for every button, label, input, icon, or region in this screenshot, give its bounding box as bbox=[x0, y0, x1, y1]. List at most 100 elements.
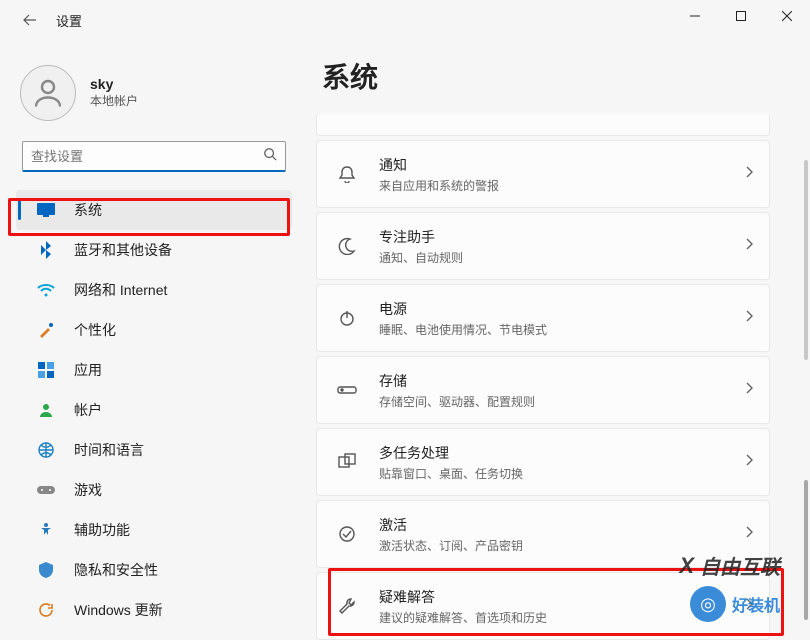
multitask-icon bbox=[335, 453, 359, 471]
maximize-icon bbox=[736, 11, 746, 21]
account-block[interactable]: sky 本地帐户 bbox=[8, 64, 300, 121]
sidebar-item-label: 个性化 bbox=[74, 320, 116, 340]
sidebar-item-accessibility[interactable]: 辅助功能 bbox=[16, 510, 292, 550]
card-subtitle: 贴靠窗口、桌面、任务切换 bbox=[379, 465, 523, 482]
card-subtitle: 存储空间、驱动器、配置规则 bbox=[379, 393, 535, 410]
check-circle-icon bbox=[335, 525, 359, 543]
sidebar: sky 本地帐户 系统 bbox=[0, 40, 300, 640]
card-title: 激活 bbox=[379, 515, 523, 535]
card-text: 存储 存储空间、驱动器、配置规则 bbox=[379, 371, 535, 410]
apps-icon bbox=[34, 362, 58, 378]
card-subtitle: 激活状态、订阅、产品密钥 bbox=[379, 537, 523, 554]
card-text: 多任务处理 贴靠窗口、桌面、任务切换 bbox=[379, 443, 523, 482]
window-body: sky 本地帐户 系统 bbox=[0, 40, 810, 640]
card-power[interactable]: 电源 睡眠、电池使用情况、节电模式 bbox=[316, 284, 770, 352]
sidebar-item-time-language[interactable]: 时间和语言 bbox=[16, 430, 292, 470]
sidebar-item-gaming[interactable]: 游戏 bbox=[16, 470, 292, 510]
avatar bbox=[20, 65, 76, 121]
sidebar-nav: 系统 蓝牙和其他设备 网络和 Internet bbox=[8, 190, 300, 630]
sidebar-item-label: 隐私和安全性 bbox=[74, 560, 158, 580]
card-title: 存储 bbox=[379, 371, 535, 391]
card-subtitle: 通知、自动规则 bbox=[379, 249, 463, 266]
card-focus-assist[interactable]: 专注助手 通知、自动规则 bbox=[316, 212, 770, 280]
card-text: 专注助手 通知、自动规则 bbox=[379, 227, 463, 266]
card-subtitle: 建议的疑难解答、首选项和历史 bbox=[379, 609, 547, 626]
gamepad-icon bbox=[34, 484, 58, 496]
account-name: sky bbox=[90, 76, 138, 92]
card-storage[interactable]: 存储 存储空间、驱动器、配置规则 bbox=[316, 356, 770, 424]
chevron-right-icon bbox=[745, 597, 753, 615]
card-activation[interactable]: 激活 激活状态、订阅、产品密钥 bbox=[316, 500, 770, 568]
sidebar-item-system[interactable]: 系统 bbox=[16, 190, 292, 230]
maximize-button[interactable] bbox=[718, 0, 764, 32]
card-title: 疑难解答 bbox=[379, 587, 547, 607]
sidebar-item-privacy[interactable]: 隐私和安全性 bbox=[16, 550, 292, 590]
update-icon bbox=[34, 602, 58, 618]
paint-icon bbox=[34, 322, 58, 338]
sidebar-item-accounts[interactable]: 帐户 bbox=[16, 390, 292, 430]
card-text: 激活 激活状态、订阅、产品密钥 bbox=[379, 515, 523, 554]
sidebar-item-label: 帐户 bbox=[74, 400, 102, 420]
card-title: 通知 bbox=[379, 155, 499, 175]
search-input[interactable] bbox=[22, 141, 286, 172]
sidebar-item-label: 辅助功能 bbox=[74, 520, 130, 540]
card-list: 通知 来自应用和系统的警报 专注助手 通知、自动规则 bbox=[316, 114, 770, 640]
sidebar-item-label: 游戏 bbox=[74, 480, 102, 500]
search-field[interactable] bbox=[31, 149, 263, 164]
card-title: 专注助手 bbox=[379, 227, 463, 247]
window-title: 设置 bbox=[56, 11, 82, 30]
sidebar-item-label: 蓝牙和其他设备 bbox=[74, 240, 172, 260]
minimize-icon bbox=[690, 11, 700, 21]
card-notifications[interactable]: 通知 来自应用和系统的警报 bbox=[316, 140, 770, 208]
power-icon bbox=[335, 309, 359, 327]
account-type: 本地帐户 bbox=[90, 92, 138, 109]
sidebar-item-personalization[interactable]: 个性化 bbox=[16, 310, 292, 350]
person-icon bbox=[30, 75, 66, 111]
back-button[interactable] bbox=[16, 6, 44, 34]
card-multitasking[interactable]: 多任务处理 贴靠窗口、桌面、任务切换 bbox=[316, 428, 770, 496]
wrench-icon bbox=[335, 597, 359, 615]
sidebar-item-label: 网络和 Internet bbox=[74, 280, 167, 300]
bell-icon bbox=[335, 165, 359, 183]
card-subtitle: 来自应用和系统的警报 bbox=[379, 177, 499, 194]
sidebar-item-label: 时间和语言 bbox=[74, 440, 144, 460]
chevron-right-icon bbox=[745, 381, 753, 399]
bluetooth-icon bbox=[34, 241, 58, 259]
sidebar-item-label: Windows 更新 bbox=[74, 600, 163, 620]
scrollbar-thumb[interactable] bbox=[804, 480, 808, 620]
globe-clock-icon bbox=[34, 442, 58, 458]
close-button[interactable] bbox=[764, 0, 810, 32]
sidebar-item-windows-update[interactable]: Windows 更新 bbox=[16, 590, 292, 630]
chevron-right-icon bbox=[745, 453, 753, 471]
sidebar-item-network[interactable]: 网络和 Internet bbox=[16, 270, 292, 310]
card-troubleshoot[interactable]: 疑难解答 建议的疑难解答、首选项和历史 bbox=[316, 572, 770, 640]
card-text: 电源 睡眠、电池使用情况、节电模式 bbox=[379, 299, 547, 338]
sidebar-item-label: 系统 bbox=[74, 200, 102, 220]
page-title: 系统 bbox=[322, 56, 786, 96]
card-title: 多任务处理 bbox=[379, 443, 523, 463]
search-icon bbox=[263, 147, 277, 166]
card-title: 电源 bbox=[379, 299, 547, 319]
wifi-icon bbox=[34, 283, 58, 297]
shield-icon bbox=[34, 562, 58, 578]
settings-window: 设置 sky 本地帐户 bbox=[0, 0, 810, 640]
titlebar: 设置 bbox=[0, 0, 810, 40]
accessibility-icon bbox=[34, 522, 58, 538]
sidebar-item-bluetooth[interactable]: 蓝牙和其他设备 bbox=[16, 230, 292, 270]
moon-icon bbox=[335, 237, 359, 255]
close-icon bbox=[782, 11, 792, 21]
account-text: sky 本地帐户 bbox=[90, 76, 138, 109]
chevron-right-icon bbox=[745, 309, 753, 327]
minimize-button[interactable] bbox=[672, 0, 718, 32]
card-text: 通知 来自应用和系统的警报 bbox=[379, 155, 499, 194]
scrollbar-track[interactable] bbox=[804, 160, 808, 360]
card-placeholder bbox=[316, 114, 770, 136]
sidebar-item-apps[interactable]: 应用 bbox=[16, 350, 292, 390]
card-subtitle: 睡眠、电池使用情况、节电模式 bbox=[379, 321, 547, 338]
storage-icon bbox=[335, 384, 359, 396]
back-arrow-icon bbox=[22, 12, 38, 28]
chevron-right-icon bbox=[745, 237, 753, 255]
window-controls bbox=[672, 0, 810, 32]
sidebar-item-label: 应用 bbox=[74, 360, 102, 380]
chevron-right-icon bbox=[745, 525, 753, 543]
